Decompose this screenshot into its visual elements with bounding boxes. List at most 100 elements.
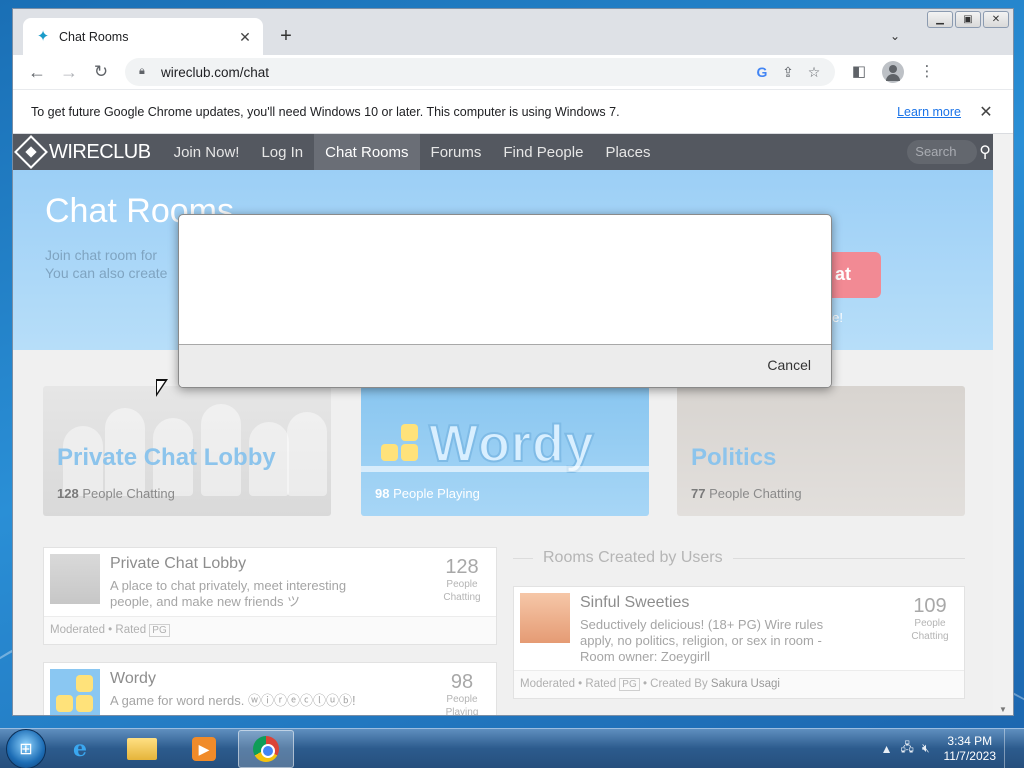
close-window-button[interactable]: ✕ xyxy=(983,11,1009,28)
hero-sub-line1-tail: for xyxy=(140,247,158,263)
network-icon[interactable]: 🖧︎ xyxy=(901,738,914,759)
side-panel-icon[interactable]: ◧ xyxy=(845,58,873,86)
room-description: A place to chat privately, meet interest… xyxy=(110,578,347,609)
nav-find-people[interactable]: Find People xyxy=(492,134,594,170)
room-count: 128 xyxy=(445,556,479,578)
page-scrollbar[interactable]: ▼ xyxy=(993,134,1013,715)
new-tab-button[interactable]: + xyxy=(275,25,297,47)
taskbar-file-explorer[interactable] xyxy=(114,730,170,768)
taskbar-media-player[interactable]: ▶ xyxy=(176,730,232,768)
update-infobar: To get future Google Chrome updates, you… xyxy=(13,89,1013,134)
tab-chat-rooms[interactable]: ✦ Chat Rooms ✕ xyxy=(23,18,263,55)
list-item[interactable]: Private Chat Lobby A place to chat priva… xyxy=(43,547,497,645)
wireclub-logo[interactable]: WIRECLUB xyxy=(13,134,163,170)
scroll-down-arrow-icon[interactable]: ▼ xyxy=(998,705,1008,714)
wordy-squares-icon xyxy=(381,424,421,464)
wireclub-logo-icon xyxy=(14,135,48,169)
learn-more-link[interactable]: Learn more xyxy=(897,105,961,119)
room-count-label: People Chatting xyxy=(911,618,949,642)
nav-forums[interactable]: Forums xyxy=(420,134,493,170)
wireclub-favicon-icon: ✦ xyxy=(36,27,50,45)
windows-taskbar: ⊞ e ▶ ▲ 🖧︎ 🔇︎ 3:34 PM 11/7/2023 xyxy=(0,728,1024,768)
search-icon[interactable]: ⚲ xyxy=(979,142,991,162)
tile-count: 77 People Chatting xyxy=(691,486,802,501)
tile-wordy[interactable]: Wordy 98 People Playing xyxy=(361,386,649,516)
modal-dialog: Cancel xyxy=(178,214,832,388)
room-meta: Moderated • Rated PG • Created By Sakura… xyxy=(514,670,964,698)
section-title: Rooms Created by Users xyxy=(543,549,723,566)
wordy-logo-text: Wordy xyxy=(428,414,595,474)
address-bar[interactable]: 🔒︎ wireclub.com/chat G ⇪ ☆ xyxy=(125,58,835,86)
reload-icon[interactable]: ↻ xyxy=(87,58,115,86)
nav-log-in[interactable]: Log In xyxy=(250,134,314,170)
media-player-icon: ▶ xyxy=(192,736,216,761)
room-name[interactable]: Sinful Sweeties xyxy=(580,594,689,612)
room-thumbnail xyxy=(520,593,570,643)
url-text[interactable]: wireclub.com/chat xyxy=(161,65,749,80)
mouse-cursor-icon xyxy=(156,379,168,397)
clock[interactable]: 3:34 PM 11/7/2023 xyxy=(944,734,997,764)
minimize-button[interactable]: ▁ xyxy=(927,11,953,28)
tab-search-chevron-icon[interactable]: ⌄ xyxy=(887,29,903,45)
maximize-button[interactable]: ▣ xyxy=(955,11,981,28)
start-button[interactable]: ⊞ xyxy=(6,728,46,768)
room-thumbnail xyxy=(50,669,100,715)
site-navbar: WIRECLUB Join Now! Log In Chat Rooms For… xyxy=(13,134,995,170)
internet-explorer-icon: e xyxy=(73,735,87,762)
chrome-icon xyxy=(253,735,279,762)
room-name[interactable]: Private Chat Lobby xyxy=(110,555,246,573)
wordy-squares-icon xyxy=(56,675,96,715)
lock-icon[interactable]: 🔒︎ xyxy=(139,65,151,79)
nav-chat-rooms[interactable]: Chat Rooms xyxy=(314,134,420,170)
back-arrow-icon[interactable]: ← xyxy=(23,58,51,86)
rating-badge: PG xyxy=(149,624,170,637)
clock-date: 11/7/2023 xyxy=(943,748,997,763)
room-count-label: People Playing xyxy=(445,694,479,716)
system-tray: ▲ 🖧︎ 🔇︎ 3:34 PM 11/7/2023 xyxy=(877,728,1024,768)
hero-sub-line2: You can also create xyxy=(45,265,168,281)
taskbar-chrome[interactable] xyxy=(238,729,294,768)
window-controls: ▁ ▣ ✕ xyxy=(927,11,1009,28)
room-meta: Moderated • Rated PG xyxy=(44,616,496,644)
cancel-button[interactable]: Cancel xyxy=(767,357,811,373)
tray-expand-icon[interactable]: ▲ xyxy=(881,742,893,756)
show-desktop-button[interactable] xyxy=(1004,728,1014,768)
forward-arrow-icon[interactable]: → xyxy=(55,58,83,86)
logo-text: WIRECLUB xyxy=(49,140,151,163)
room-description: A game for word nerds. ⓦⓘⓡⓔⓒⓛⓤⓑ! xyxy=(110,693,356,708)
tab-close-icon[interactable]: ✕ xyxy=(237,29,253,45)
infobar-message: To get future Google Chrome updates, you… xyxy=(31,104,620,119)
tile-private-chat-lobby[interactable]: Private Chat Lobby 128 People Chatting xyxy=(43,386,331,516)
nav-places[interactable]: Places xyxy=(594,134,661,170)
menu-kebab-icon[interactable]: ⋮ xyxy=(913,58,941,86)
list-item[interactable]: Wordy A game for word nerds. ⓦⓘⓡⓔⓒⓛⓤⓑ! 9… xyxy=(43,662,497,716)
list-item[interactable]: Sinful Sweeties Seductively delicious! (… xyxy=(513,586,965,699)
share-icon[interactable]: ⇪ xyxy=(775,60,801,84)
hero-sub-line1: Join chat room xyxy=(45,247,137,263)
room-count-label: People Chatting xyxy=(443,579,481,603)
room-thumbnail xyxy=(50,554,100,604)
toolbar-right: ◧ ⋮ xyxy=(845,58,941,86)
site-search: Search ⚲ xyxy=(907,134,991,170)
tab-title: Chat Rooms xyxy=(59,29,129,44)
room-count: 109 xyxy=(913,595,947,617)
tile-count: 128 People Chatting xyxy=(57,486,175,501)
tile-count: 98 People Playing xyxy=(375,486,480,501)
clock-time: 3:34 PM xyxy=(947,733,993,748)
nav-join-now[interactable]: Join Now! xyxy=(163,134,251,170)
infobar-close-icon[interactable]: ✕ xyxy=(977,102,995,122)
user-rooms-heading: Rooms Created by Users xyxy=(513,549,965,567)
profile-avatar-icon[interactable] xyxy=(882,61,904,83)
browser-window: ✦ Chat Rooms ✕ + ⌄ ▁ ▣ ✕ ← → ↻ 🔒︎ wirecl… xyxy=(12,8,1014,716)
tile-title: Private Chat Lobby xyxy=(57,444,276,471)
creator-link[interactable]: Sakura Usagi xyxy=(711,678,780,690)
rating-badge: PG xyxy=(619,678,640,691)
site-search-input[interactable]: Search xyxy=(907,140,978,164)
bookmark-star-icon[interactable]: ☆ xyxy=(801,60,827,84)
google-translate-icon[interactable]: G xyxy=(749,60,775,84)
tile-politics[interactable]: Politics 77 People Chatting xyxy=(677,386,965,516)
volume-muted-icon[interactable]: 🔇︎ xyxy=(922,741,930,756)
room-name[interactable]: Wordy xyxy=(110,670,156,688)
tile-title: Politics xyxy=(691,444,777,471)
taskbar-internet-explorer[interactable]: e xyxy=(52,730,108,768)
